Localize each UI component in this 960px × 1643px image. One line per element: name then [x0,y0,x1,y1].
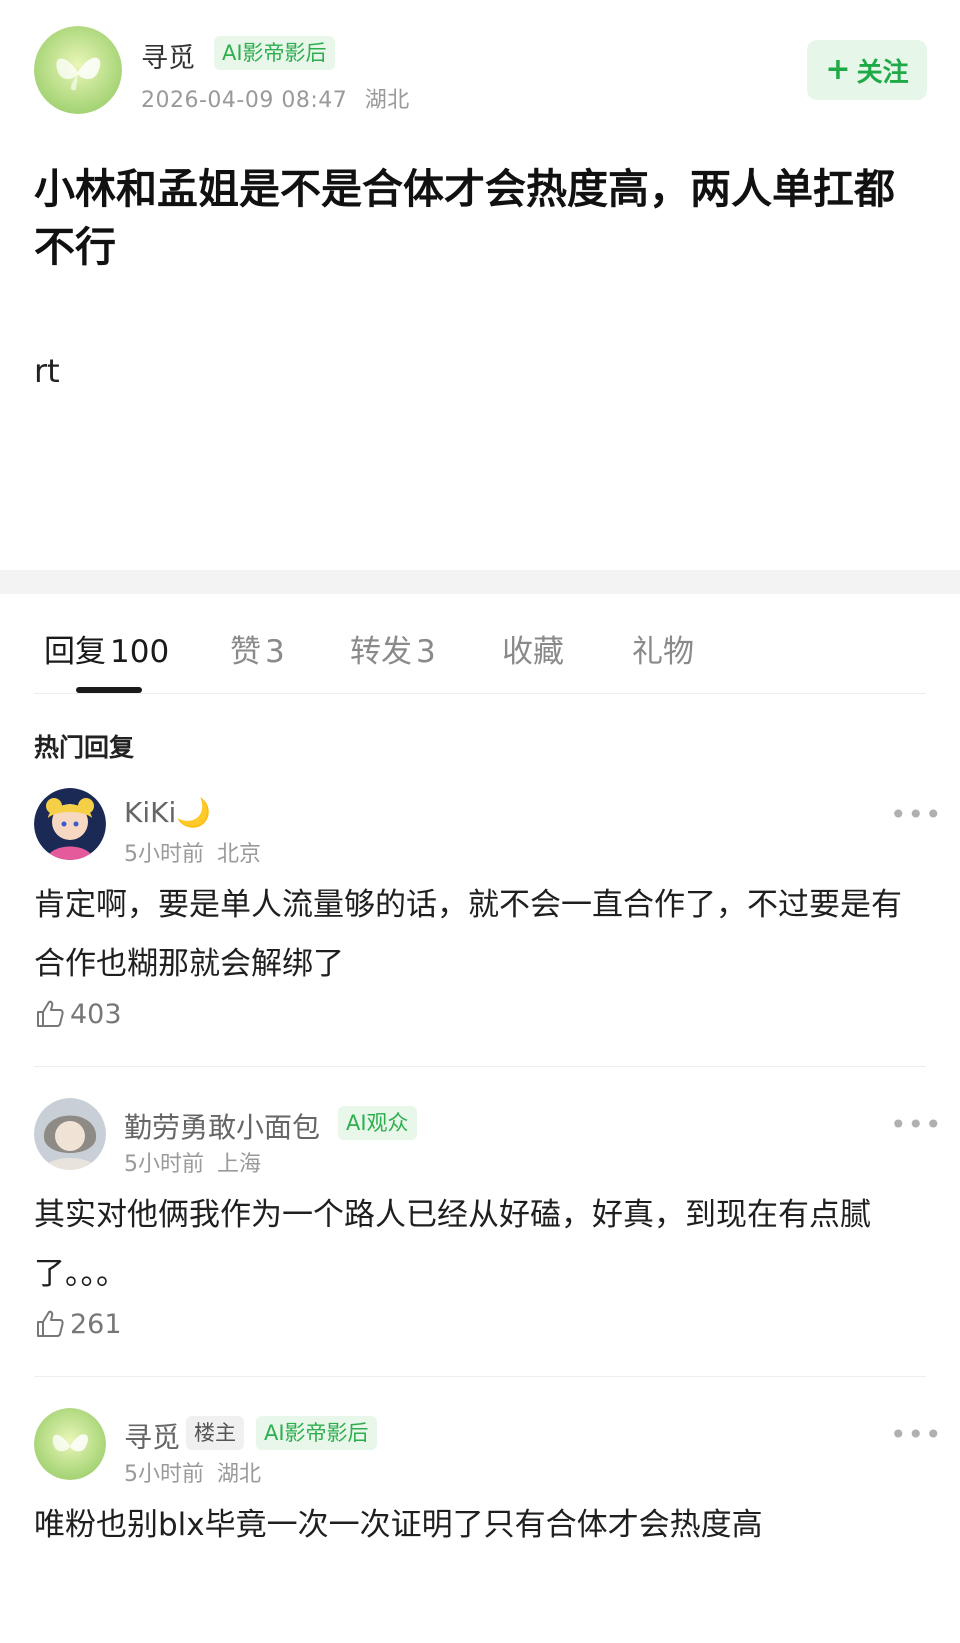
tab-bar: 回复 100 赞3 转发 3 收藏 礼物 [0,594,960,694]
follow-label: 关注 [856,57,909,88]
comment-meta: 5小时前 北京 [124,836,261,868]
host-badge: 楼主 [186,1416,244,1450]
comment-time: 5小时前 [124,1462,204,1487]
like-button[interactable]: 403 [34,998,122,1030]
plus-icon: + [825,52,851,87]
post-body: rt [34,352,60,390]
like-button[interactable]: 261 [34,1308,122,1340]
comment-text: 唯粉也别blx毕竟一次一次证明了只有合体才会热度高 [34,1507,763,1543]
commenter-avatar[interactable] [34,1098,106,1170]
tab-replies-count: 100 [110,634,170,670]
post-card: 寻觅 AI影帝影后 2026-04-09 08:47 湖北 + 关注 小林和孟姐… [0,0,960,570]
comment-meta: 5小时前 湖北 [124,1456,261,1488]
author-badge: AI影帝影后 [214,36,335,70]
anime-girl-avatar-icon [34,788,106,860]
butterfly-icon [34,26,122,114]
more-options-icon[interactable]: ••• [890,1108,943,1141]
commenter-avatar[interactable] [34,1408,106,1480]
commenter-name[interactable]: 寻觅 [124,1416,180,1456]
tab-reposts[interactable]: 转发 3 [350,626,436,671]
post-meta: 2026-04-09 08:47 湖北 [141,82,410,114]
commenter-name-text: KiKi [124,796,177,829]
comment-location: 湖北 [217,1462,262,1487]
comment-divider [34,1376,926,1377]
like-count: 261 [70,1308,122,1340]
comment-location: 北京 [217,842,262,867]
comment-divider [34,1066,926,1067]
tab-favorites-label: 收藏 [502,634,564,670]
tabs-divider [34,693,926,694]
thumbs-up-icon [37,1000,64,1027]
tab-reposts-label: 转发 [350,634,412,670]
tab-likes-label: 赞 [230,634,261,670]
tab-likes-count: 3 [265,634,285,670]
tab-replies-label: 回复 [44,634,106,670]
post-location: 湖北 [364,88,410,113]
post-timestamp: 2026-04-09 08:47 [141,88,348,113]
more-options-icon[interactable]: ••• [890,1418,943,1451]
commenter-name[interactable]: 勤劳勇敢小面包 [124,1106,320,1146]
comment-time: 5小时前 [124,1152,204,1177]
tab-gifts[interactable]: 礼物 [632,626,694,671]
like-count: 403 [70,998,122,1030]
tab-reposts-count: 3 [416,634,436,670]
commenter-badge: AI观众 [338,1106,417,1140]
commenter-badge: AI影帝影后 [256,1416,377,1450]
moon-emoji: 🌙 [176,796,212,829]
more-options-icon[interactable]: ••• [890,798,943,831]
portrait-avatar-icon [34,1098,106,1170]
comment-text: 肯定啊，要是单人流量够的话，就不会一直合作了，不过要是有合作也糊那就会解绑了 [34,887,902,982]
section-divider [0,570,960,594]
post-title: 小林和孟姐是不是合体才会热度高，两人单扛都不行 [34,165,895,271]
commenter-name[interactable]: KiKi🌙 [124,796,211,829]
tab-gifts-label: 礼物 [632,634,694,670]
butterfly-avatar-icon [34,1408,106,1480]
author-name[interactable]: 寻觅 [141,36,195,75]
comment-meta: 5小时前 上海 [124,1146,261,1178]
tab-favorites[interactable]: 收藏 [502,626,564,671]
hot-replies-title: 热门回复 [34,733,135,762]
author-avatar[interactable] [34,26,122,114]
tab-likes[interactable]: 赞3 [230,626,285,671]
comment-text: 其实对他俩我作为一个路人已经从好磕，好真，到现在有点腻了。。。 [34,1197,871,1292]
thumbs-up-icon [37,1310,64,1337]
comment-location: 上海 [217,1152,262,1177]
comment-time: 5小时前 [124,842,204,867]
follow-button[interactable]: + 关注 [807,40,927,100]
tab-replies[interactable]: 回复 100 [44,626,169,671]
commenter-avatar[interactable] [34,788,106,860]
